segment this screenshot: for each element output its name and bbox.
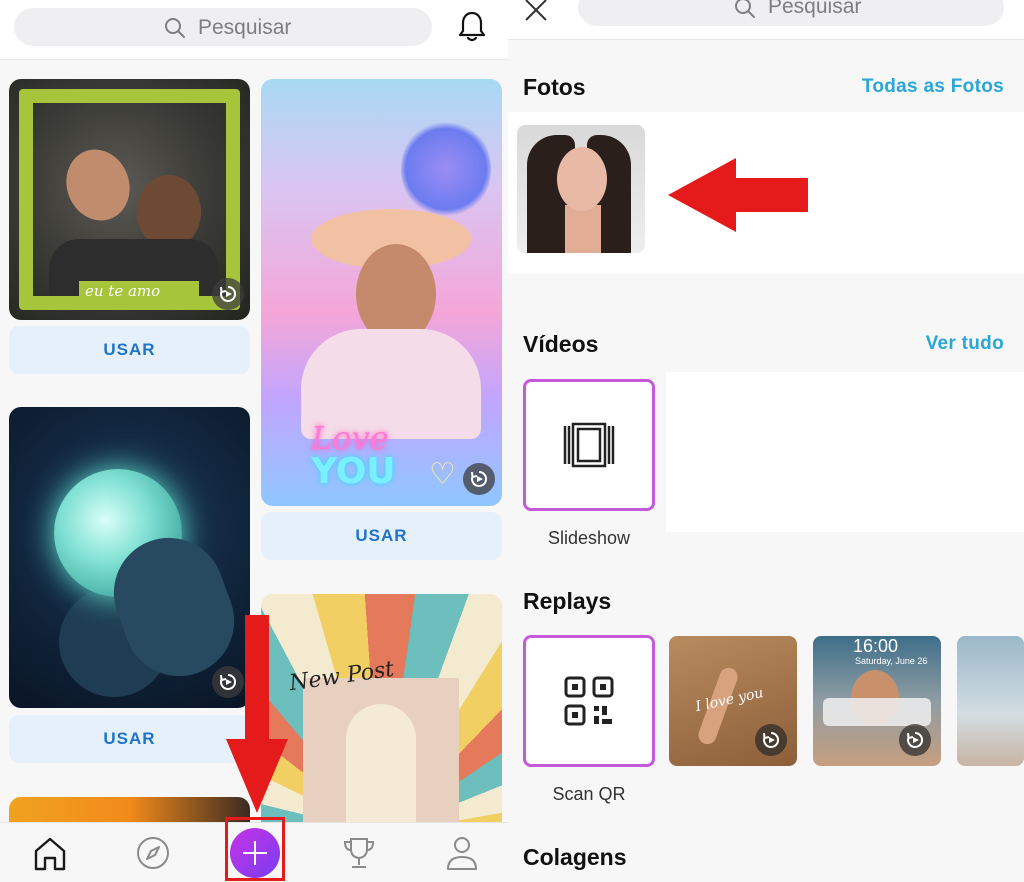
face-image bbox=[557, 147, 607, 211]
qr-code-icon bbox=[564, 676, 614, 726]
right-panel-create: Pesquisar Fotos Todas as Fotos Vídeos Ve… bbox=[508, 0, 1024, 882]
lockscreen-time: 16:00 bbox=[853, 636, 899, 656]
replay-icon bbox=[212, 278, 244, 310]
person-image bbox=[346, 704, 416, 834]
slideshow-tile[interactable] bbox=[523, 379, 655, 511]
annotation-arrow-left-icon bbox=[668, 158, 808, 232]
replay-thumbnail[interactable] bbox=[957, 636, 1024, 766]
replay-icon bbox=[899, 724, 931, 756]
section-title-colagens: Colagens bbox=[523, 844, 627, 870]
section-title-videos: Vídeos bbox=[523, 331, 599, 357]
replay-thumbnail[interactable]: I love you bbox=[669, 636, 797, 766]
search-icon bbox=[735, 0, 755, 18]
left-panel-feed: Pesquisar eu te amo USAR Love YOU ♡ USAR bbox=[0, 0, 508, 882]
flowers-image bbox=[401, 119, 491, 219]
explore-compass-icon[interactable] bbox=[131, 831, 175, 875]
overlay-text: eu te amo bbox=[85, 282, 161, 300]
bell-icon[interactable] bbox=[456, 10, 488, 44]
left-header: Pesquisar bbox=[0, 0, 508, 60]
annotation-highlight-box bbox=[225, 817, 285, 881]
annotation-arrow-down-icon bbox=[226, 615, 288, 813]
use-button[interactable]: USAR bbox=[261, 512, 502, 560]
template-card-eu-te-amo[interactable]: eu te amo bbox=[9, 79, 250, 320]
trophy-icon[interactable] bbox=[337, 831, 381, 875]
search-bar[interactable]: Pesquisar bbox=[14, 8, 432, 46]
lockscreen-date: Saturday, June 26 bbox=[855, 656, 928, 666]
use-button[interactable]: USAR bbox=[9, 326, 250, 374]
photo-thumbnail[interactable] bbox=[517, 125, 645, 253]
all-photos-link[interactable]: Todas as Fotos bbox=[862, 76, 1004, 98]
scan-qr-label: Scan QR bbox=[552, 784, 626, 804]
stamp-frame bbox=[19, 89, 240, 310]
overlay-text: YOU bbox=[311, 451, 396, 492]
scan-qr-tile[interactable] bbox=[523, 635, 655, 767]
search-placeholder: Pesquisar bbox=[768, 0, 862, 18]
template-card-moon[interactable] bbox=[9, 407, 250, 708]
replay-icon bbox=[755, 724, 787, 756]
slideshow-icon bbox=[563, 422, 615, 468]
see-all-videos-link[interactable]: Ver tudo bbox=[926, 333, 1004, 355]
template-card-love-you[interactable]: Love YOU ♡ bbox=[261, 79, 502, 506]
close-icon[interactable] bbox=[522, 0, 550, 24]
right-header: Pesquisar bbox=[508, 0, 1024, 40]
replay-thumbnail[interactable]: 16:00 Saturday, June 26 bbox=[813, 636, 941, 766]
notification-image bbox=[823, 698, 931, 726]
replay-icon bbox=[463, 463, 495, 495]
search-bar[interactable]: Pesquisar bbox=[578, 0, 1004, 26]
slideshow-label: Slideshow bbox=[547, 528, 631, 548]
search-icon bbox=[165, 18, 185, 38]
home-icon[interactable] bbox=[28, 831, 72, 875]
profile-icon[interactable] bbox=[440, 831, 484, 875]
section-title-fotos: Fotos bbox=[523, 74, 586, 100]
use-button[interactable]: USAR bbox=[9, 715, 250, 763]
template-card-new-post[interactable]: New Post bbox=[261, 594, 502, 834]
neck-image bbox=[565, 205, 601, 253]
search-placeholder: Pesquisar bbox=[198, 16, 292, 39]
videos-strip bbox=[666, 372, 1024, 532]
heart-icon: ♡ bbox=[429, 458, 456, 491]
section-title-replays: Replays bbox=[523, 588, 612, 614]
